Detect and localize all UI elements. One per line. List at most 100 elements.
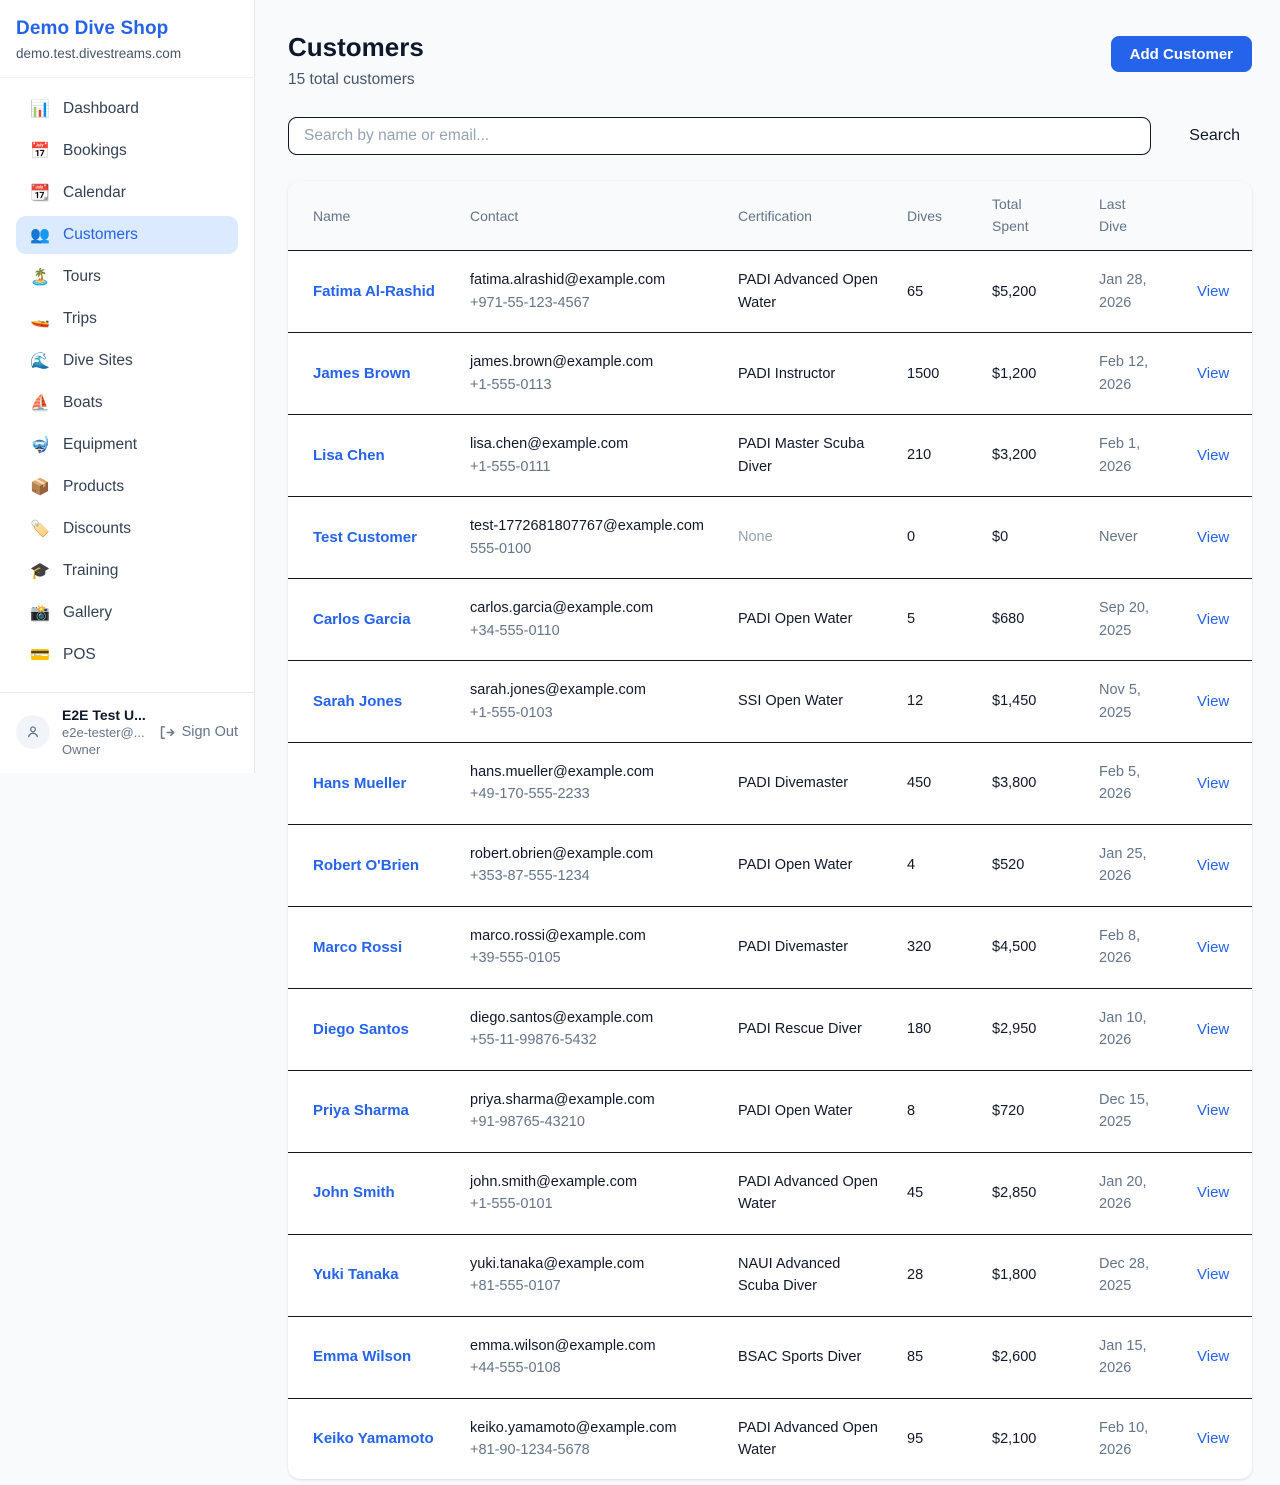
customer-name-link[interactable]: John Smith: [313, 1184, 395, 1201]
customer-phone: +44-555-0108: [470, 1357, 714, 1379]
customer-name-link[interactable]: Test Customer: [313, 529, 417, 546]
view-customer-link[interactable]: View: [1197, 529, 1229, 546]
customer-name-link[interactable]: Marco Rossi: [313, 939, 402, 956]
sidebar-item-trips[interactable]: 🚤Trips: [16, 300, 238, 338]
customer-contact-cell: diego.santos@example.com +55-11-99876-54…: [458, 988, 726, 1070]
search-input[interactable]: [288, 117, 1151, 155]
table-row: Lisa Chen lisa.chen@example.com +1-555-0…: [288, 415, 1252, 497]
customer-phone: +91-98765-43210: [470, 1111, 714, 1133]
customer-name-link[interactable]: Hans Mueller: [313, 775, 406, 792]
customer-total-spent: $5,200: [980, 251, 1087, 333]
view-customer-link[interactable]: View: [1197, 611, 1229, 628]
customer-name-link[interactable]: Diego Santos: [313, 1021, 409, 1038]
table-row: Marco Rossi marco.rossi@example.com +39-…: [288, 906, 1252, 988]
view-customer-link[interactable]: View: [1197, 693, 1229, 710]
customer-name-link[interactable]: Keiko Yamamoto: [313, 1430, 434, 1447]
customer-certification: BSAC Sports Diver: [726, 1316, 895, 1398]
sidebar-item-products[interactable]: 📦Products: [16, 468, 238, 506]
sidebar-item-training[interactable]: 🎓Training: [16, 552, 238, 590]
sidebar-item-boats[interactable]: ⛵Boats: [16, 384, 238, 422]
customer-name-link[interactable]: Robert O'Brien: [313, 857, 419, 874]
customer-last-dive: Nov 5, 2025: [1087, 661, 1185, 743]
customer-dives: 210: [895, 415, 980, 497]
table-row: Yuki Tanaka yuki.tanaka@example.com +81-…: [288, 1234, 1252, 1316]
sign-out-button[interactable]: Sign Out: [158, 724, 238, 741]
customer-phone: +49-170-555-2233: [470, 783, 714, 805]
shop-domain: demo.test.divestreams.com: [16, 46, 238, 61]
customer-certification: PADI Advanced Open Water: [726, 251, 895, 333]
customer-phone: +1-555-0103: [470, 702, 714, 724]
view-customer-link[interactable]: View: [1197, 447, 1229, 464]
column-header-name: Name: [288, 181, 458, 251]
view-customer-link[interactable]: View: [1197, 1430, 1229, 1447]
customer-phone: 555-0100: [470, 538, 714, 560]
customer-email: carlos.garcia@example.com: [470, 597, 714, 619]
customer-contact-cell: marco.rossi@example.com +39-555-0105: [458, 906, 726, 988]
sidebar-item-tours[interactable]: 🏝️Tours: [16, 258, 238, 296]
customer-phone: +1-555-0101: [470, 1193, 714, 1215]
customer-email: sarah.jones@example.com: [470, 679, 714, 701]
view-customer-link[interactable]: View: [1197, 1184, 1229, 1201]
customer-name-link[interactable]: Fatima Al-Rashid: [313, 283, 435, 300]
customer-contact-cell: fatima.alrashid@example.com +971-55-123-…: [458, 251, 726, 333]
view-customer-link[interactable]: View: [1197, 1348, 1229, 1365]
dive-sites-icon: 🌊: [30, 351, 50, 371]
view-customer-link[interactable]: View: [1197, 283, 1229, 300]
sign-out-label: Sign Out: [182, 724, 238, 740]
user-email: e2e-tester@...: [62, 725, 146, 740]
customers-table: Name Contact Certification Dives Total S…: [288, 181, 1252, 1479]
customer-total-spent: $1,450: [980, 661, 1087, 743]
customer-name-link[interactable]: Yuki Tanaka: [313, 1266, 399, 1283]
customer-dives: 85: [895, 1316, 980, 1398]
page-subtitle: 15 total customers: [288, 71, 424, 89]
search-button[interactable]: Search: [1177, 127, 1252, 145]
view-customer-link[interactable]: View: [1197, 1021, 1229, 1038]
sidebar-item-dashboard[interactable]: 📊Dashboard: [16, 90, 238, 128]
customer-name-link[interactable]: James Brown: [313, 365, 411, 382]
customer-name-link[interactable]: Priya Sharma: [313, 1102, 409, 1119]
customer-name-link[interactable]: Emma Wilson: [313, 1348, 411, 1365]
table-row: Test Customer test-1772681807767@example…: [288, 497, 1252, 579]
customer-contact-cell: robert.obrien@example.com +353-87-555-12…: [458, 824, 726, 906]
add-customer-button[interactable]: Add Customer: [1111, 36, 1252, 72]
customer-contact-cell: emma.wilson@example.com +44-555-0108: [458, 1316, 726, 1398]
customer-email: marco.rossi@example.com: [470, 925, 714, 947]
view-customer-link[interactable]: View: [1197, 775, 1229, 792]
customers-table-card: Name Contact Certification Dives Total S…: [288, 181, 1252, 1479]
customer-phone: +39-555-0105: [470, 947, 714, 969]
page-header: Customers 15 total customers Add Custome…: [288, 32, 1252, 89]
sidebar-item-bookings[interactable]: 📅Bookings: [16, 132, 238, 170]
table-row: Fatima Al-Rashid fatima.alrashid@example…: [288, 251, 1252, 333]
customer-name-link[interactable]: Sarah Jones: [313, 693, 402, 710]
view-customer-link[interactable]: View: [1197, 1266, 1229, 1283]
view-customer-link[interactable]: View: [1197, 365, 1229, 382]
sidebar-item-label: Discounts: [63, 520, 131, 538]
table-row: Priya Sharma priya.sharma@example.com +9…: [288, 1070, 1252, 1152]
column-header-total-spent: Total Spent: [980, 181, 1087, 251]
view-customer-link[interactable]: View: [1197, 1102, 1229, 1119]
customer-name-link[interactable]: Lisa Chen: [313, 447, 385, 464]
customer-contact-cell: lisa.chen@example.com +1-555-0111: [458, 415, 726, 497]
sidebar-item-calendar[interactable]: 📆Calendar: [16, 174, 238, 212]
sidebar-item-label: Tours: [63, 268, 101, 286]
customer-certification: None: [726, 497, 895, 579]
sidebar-item-gallery[interactable]: 📸Gallery: [16, 594, 238, 632]
app-root: Demo Dive Shop demo.test.divestreams.com…: [0, 0, 1280, 1485]
view-customer-link[interactable]: View: [1197, 939, 1229, 956]
sidebar-item-discounts[interactable]: 🏷️ Discounts: [16, 510, 238, 548]
customer-dives: 45: [895, 1152, 980, 1234]
sidebar-item-equipment[interactable]: 🤿Equipment: [16, 426, 238, 464]
customer-total-spent: $1,200: [980, 333, 1087, 415]
sidebar-item-dive-sites[interactable]: 🌊Dive Sites: [16, 342, 238, 380]
customer-last-dive: Dec 28, 2025: [1087, 1234, 1185, 1316]
discounts-icon: 🏷️: [30, 519, 50, 539]
customer-name-link[interactable]: Carlos Garcia: [313, 611, 411, 628]
table-row: John Smith john.smith@example.com +1-555…: [288, 1152, 1252, 1234]
view-customer-link[interactable]: View: [1197, 857, 1229, 874]
sidebar-item-customers[interactable]: 👥Customers: [16, 216, 238, 254]
customer-certification: PADI Advanced Open Water: [726, 1152, 895, 1234]
customer-contact-cell: carlos.garcia@example.com +34-555-0110: [458, 579, 726, 661]
customer-certification: PADI Divemaster: [726, 906, 895, 988]
customer-total-spent: $2,850: [980, 1152, 1087, 1234]
sidebar-item-pos[interactable]: 💳POS: [16, 636, 238, 674]
